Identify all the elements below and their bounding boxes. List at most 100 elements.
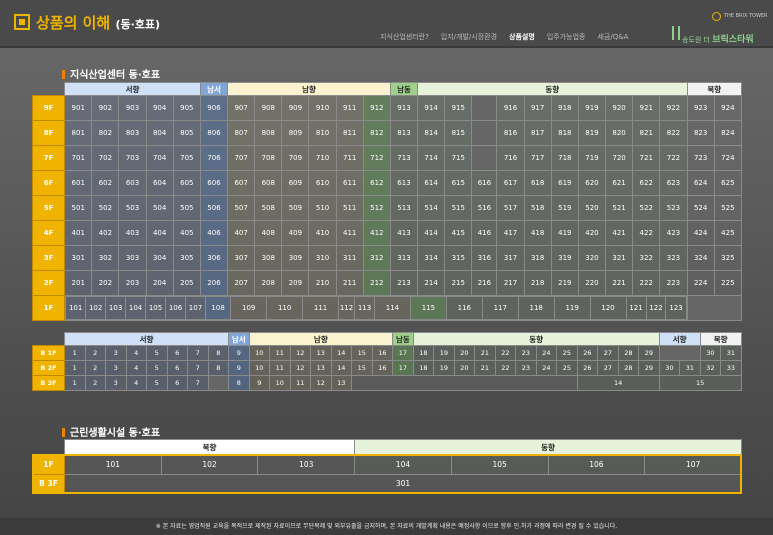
floor-label: 7F xyxy=(31,145,66,171)
unit-cell: 514 xyxy=(417,195,446,221)
parking-cell: 17 xyxy=(392,360,414,376)
parking-cell: 24 xyxy=(535,360,558,376)
unit-cell: 517 xyxy=(496,195,525,221)
unit-cell: 610 xyxy=(308,170,337,196)
unit-cell: 802 xyxy=(91,120,120,146)
unit-cell: 205 xyxy=(172,270,201,296)
unit-cell: 225 xyxy=(713,270,743,296)
unit-cell: 722 xyxy=(659,145,688,171)
core-block xyxy=(658,345,701,361)
unit-cell: 416 xyxy=(471,220,498,246)
unit-cell: 806 xyxy=(199,120,229,146)
nav-item-intro[interactable]: 지식산업센터란? xyxy=(380,32,429,42)
retail-dir-north: 북향 xyxy=(63,439,356,455)
unit-cell: 919 xyxy=(577,95,607,121)
footer-disclaimer: ※ 본 자료는 영업직원 교육을 목적으로 제작된 자료이므로 무단복제 및 외… xyxy=(0,518,773,535)
logo-brand: 브릭스타워 xyxy=(712,35,754,45)
unit-cell: 617 xyxy=(496,170,525,196)
parking-cell: 2 xyxy=(84,345,106,361)
unit-cell: 624 xyxy=(686,170,715,196)
unit-cell: 901 xyxy=(64,95,93,121)
unit-cell: 313 xyxy=(389,245,419,271)
bdir-north: 북향 xyxy=(699,332,742,346)
unit-cell: 524 xyxy=(686,195,715,221)
unit-cell: 807 xyxy=(227,120,256,146)
unit-cell: 108 xyxy=(204,296,232,320)
bdir-south: 남향 xyxy=(248,332,394,346)
parking-cell: 5 xyxy=(146,375,168,391)
unit-cell: 704 xyxy=(145,145,174,171)
parking-cell: 15 xyxy=(351,360,373,376)
unit-cell: 213 xyxy=(389,270,419,296)
unit-cell: 112 xyxy=(338,296,356,320)
nav-item-industry[interactable]: 입주가능업종 xyxy=(547,32,586,42)
bdir-west: 서향 xyxy=(63,332,230,346)
parking-cell: 10 xyxy=(248,360,271,376)
unit-cell: 803 xyxy=(118,120,147,146)
unit-cell: 716 xyxy=(496,145,525,171)
unit-cell: 502 xyxy=(91,195,120,221)
parking-cell: 3 xyxy=(105,345,127,361)
floor-label: 2F xyxy=(31,270,66,296)
unit-cell: 916 xyxy=(496,95,525,121)
nav-item-location[interactable]: 입지/개발/시장환경 xyxy=(441,32,497,42)
floor1-row: 101 102 103 104 105 106 107 108 109 110 111 112 113 1… xyxy=(64,295,688,321)
unit-cell: 720 xyxy=(605,145,634,171)
unit-cell: 220 xyxy=(577,270,607,296)
unit-cell: 508 xyxy=(254,195,283,221)
floor-label: 6F xyxy=(31,170,66,196)
unit-cell: 924 xyxy=(713,95,743,121)
unit-cell: 414 xyxy=(417,220,446,246)
parking-cell: 12 xyxy=(310,375,332,391)
parking-cell: 17 xyxy=(392,345,414,361)
unit-cell: 520 xyxy=(577,195,607,221)
unit-cell: 804 xyxy=(145,120,174,146)
unit-cell: 324 xyxy=(686,245,715,271)
core-block xyxy=(686,295,743,321)
parking-cell: 4 xyxy=(125,360,147,376)
unit-cell: 908 xyxy=(254,95,283,121)
office-unit-grid: 서향 남서 남향 남동 동향 북향 9F 901 902 903 904 905 906 907 908 90… xyxy=(31,82,743,321)
unit-cell: 122 xyxy=(645,296,667,320)
unit-cell: 521 xyxy=(605,195,634,221)
unit-cell: 605 xyxy=(172,170,201,196)
parking-cell: 20 xyxy=(453,360,476,376)
basement-unit-grid: 서향 남서 남향 남동 동향 서향 북향 B 1F 1 2 3 4 5 6 7 8 9 10 11 12 13 14 15 1… xyxy=(32,332,742,391)
unit-cell: 625 xyxy=(713,170,743,196)
parking-cell: 31 xyxy=(679,360,701,376)
unit-cell: 712 xyxy=(362,145,391,171)
unit-cell: 215 xyxy=(444,270,473,296)
unit-cell: 618 xyxy=(523,170,552,196)
parking-cell: 16 xyxy=(371,345,394,361)
unit-cell: 425 xyxy=(713,220,743,246)
unit-cell: 612 xyxy=(362,170,391,196)
parking-cell: 33 xyxy=(720,360,742,376)
unit-cell: 509 xyxy=(281,195,310,221)
unit-cell: 615 xyxy=(444,170,473,196)
nav-item-tax-qa[interactable]: 세금/Q&A xyxy=(597,32,628,42)
unit-cell: 814 xyxy=(417,120,446,146)
unit-cell: 507 xyxy=(227,195,256,221)
parking-cell: 14 xyxy=(576,375,660,391)
nav-item-product[interactable]: 상품설명 xyxy=(509,32,535,42)
unit-cell: 308 xyxy=(254,245,283,271)
unit-cell: 824 xyxy=(713,120,743,146)
parking-cell: 11 xyxy=(269,345,291,361)
unit-cell: 116 xyxy=(445,296,483,320)
unit-cell: 207 xyxy=(227,270,256,296)
parking-cell: 8 xyxy=(228,375,250,391)
core-block xyxy=(207,375,230,391)
unit-cell: 103 xyxy=(105,296,127,320)
unit-cell: 621 xyxy=(605,170,634,196)
section-title-office: 지식산업센터 동·호표 xyxy=(62,66,160,81)
unit-cell: 707 xyxy=(227,145,256,171)
parking-cell: 26 xyxy=(576,360,599,376)
unit-cell: 913 xyxy=(389,95,419,121)
core-block xyxy=(471,145,498,171)
unit-cell: 604 xyxy=(145,170,174,196)
unit-cell: 402 xyxy=(91,220,120,246)
unit-cell: 613 xyxy=(389,170,419,196)
parking-cell: 27 xyxy=(597,360,619,376)
unit-cell: 904 xyxy=(145,95,174,121)
unit-cell: 510 xyxy=(308,195,337,221)
